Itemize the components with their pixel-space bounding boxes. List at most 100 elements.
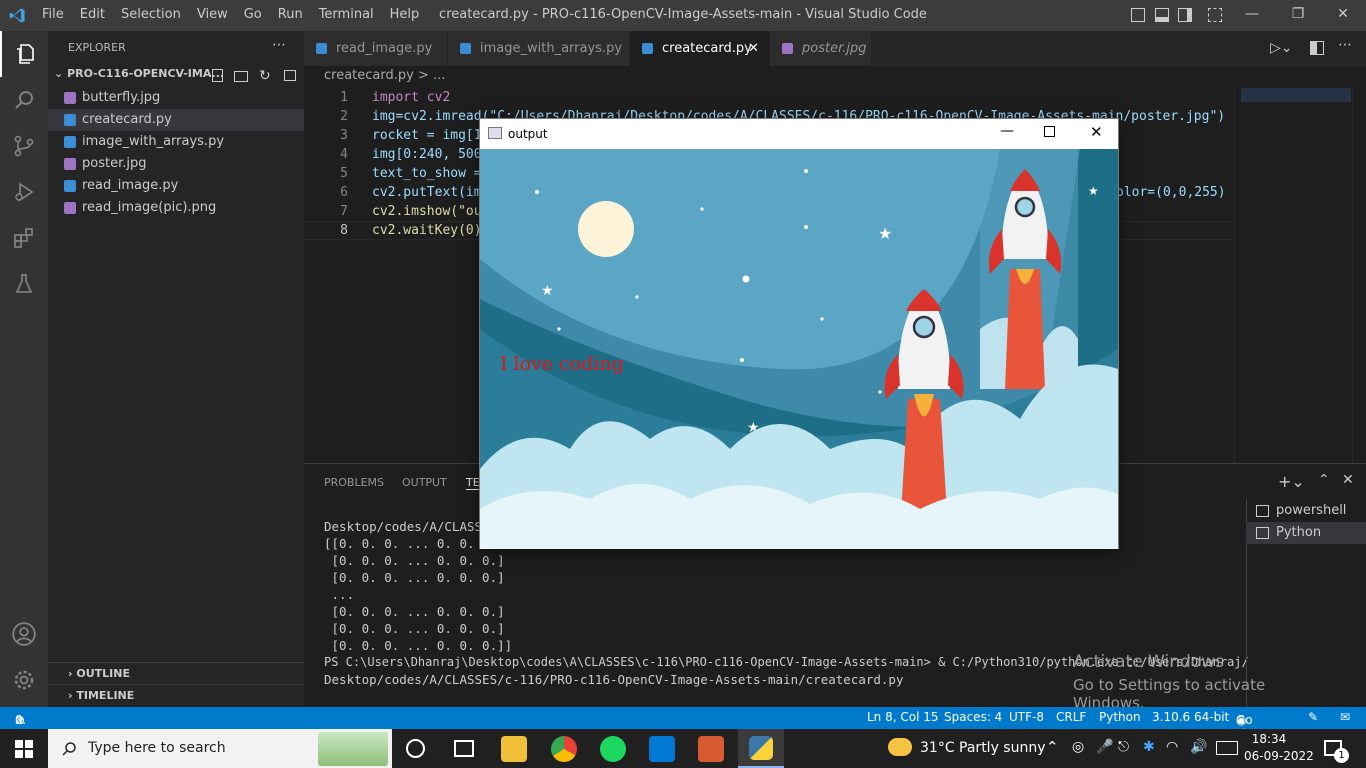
new-folder-icon[interactable] — [234, 71, 248, 82]
python-window-taskbar-button[interactable] — [738, 729, 784, 768]
toggle-panel-icon[interactable] — [1155, 8, 1169, 22]
minimap[interactable] — [1234, 88, 1352, 463]
terminal-item-powershell[interactable]: powershell — [1246, 500, 1366, 522]
bluetooth-icon[interactable]: ✱ — [1143, 739, 1155, 755]
cortana-icon[interactable] — [406, 739, 425, 758]
split-editor-icon[interactable] — [1310, 41, 1324, 55]
more-actions-icon[interactable]: ⋯ — [272, 37, 286, 53]
tab-read-image[interactable]: read_image.py — [304, 31, 448, 66]
line-number: 4 — [340, 147, 348, 162]
notifications-bell-icon[interactable]: ✉ — [1340, 710, 1350, 724]
toggle-sidebar-icon[interactable] — [1131, 8, 1145, 22]
file-item-butterfly[interactable]: butterfly.jpg — [48, 87, 304, 109]
menu-selection[interactable]: Selection — [113, 7, 189, 22]
restore-button[interactable]: ❐ — [1275, 0, 1321, 31]
tab-createcard[interactable]: createcard.py ✕ — [630, 31, 770, 66]
indentation[interactable]: Spaces: 4 — [944, 710, 1002, 724]
run-debug-icon[interactable] — [0, 169, 48, 215]
run-python-icon[interactable]: ▷⌄ — [1270, 40, 1293, 56]
breadcrumb[interactable]: createcard.py > ... — [304, 66, 1234, 88]
tab-problems[interactable]: PROBLEMS — [324, 476, 384, 489]
customize-layout-icon[interactable] — [1208, 8, 1222, 22]
timeline-section[interactable]: › TIMELINE — [48, 684, 304, 706]
menu-view[interactable]: View — [189, 7, 236, 22]
end-of-line[interactable]: CRLF — [1056, 710, 1086, 724]
more-actions-icon[interactable]: ⋯ — [1338, 37, 1352, 53]
output-maximize-button[interactable] — [1044, 126, 1055, 137]
terminal-icon — [1256, 505, 1269, 517]
accounts-icon[interactable] — [0, 611, 48, 657]
opencv-output-window[interactable]: output — ✕ ★★ ★★★ — [479, 118, 1119, 549]
task-view-icon[interactable] — [454, 740, 474, 757]
file-explorer-icon[interactable] — [501, 736, 527, 762]
volume-icon[interactable]: 🔊 — [1190, 739, 1207, 755]
new-file-icon[interactable] — [212, 69, 223, 82]
image-file-icon — [64, 158, 76, 170]
menu-run[interactable]: Run — [270, 7, 311, 22]
network-plug-icon[interactable]: ⎋ — [1118, 739, 1129, 755]
weather-icon[interactable] — [888, 738, 912, 756]
wifi-icon[interactable]: ◠ — [1166, 739, 1178, 755]
folder-header[interactable]: ⌄ PRO-C116-OPENCV-IMA... — [54, 67, 224, 80]
tab-image-with-arrays[interactable]: image_with_arrays.py — [448, 31, 630, 66]
overlay-text: I love coding — [500, 353, 624, 375]
file-item-read-image[interactable]: read_image.py — [48, 175, 304, 197]
clock-time[interactable]: 18:34 — [1249, 732, 1289, 746]
terminal-line: [0. 0. 0. ... 0. 0. 0.] — [324, 570, 505, 585]
language-mode[interactable]: Python — [1099, 710, 1141, 724]
spotify-icon[interactable] — [600, 736, 626, 762]
testing-flask-icon[interactable] — [0, 261, 48, 307]
maximize-panel-icon[interactable]: ⌃ — [1318, 472, 1330, 488]
taskbar-search-box[interactable]: Type here to search — [48, 729, 392, 768]
file-item-createcard[interactable]: createcard.py — [48, 109, 304, 131]
menu-go[interactable]: Go — [236, 7, 270, 22]
collapse-all-icon[interactable] — [284, 70, 296, 81]
extensions-icon[interactable] — [0, 215, 48, 261]
app-taskbar-icon[interactable] — [698, 736, 724, 762]
toggle-secondary-sidebar-icon[interactable] — [1178, 8, 1192, 22]
clock-date[interactable]: 06-09-2022 — [1244, 749, 1314, 763]
keyboard-icon[interactable] — [1216, 741, 1238, 755]
minimap-slider[interactable] — [1241, 88, 1351, 102]
python-interpreter[interactable]: 3.10.6 64-bit — [1152, 710, 1229, 724]
search-icon[interactable] — [0, 77, 48, 123]
file-item-read-image-pic[interactable]: read_image(pic).png — [48, 197, 304, 219]
feedback-icon[interactable]: ✎ — [1308, 710, 1318, 724]
menu-edit[interactable]: Edit — [72, 7, 113, 22]
menu-file[interactable]: File — [34, 7, 72, 22]
new-terminal-icon[interactable]: +⌄ — [1278, 472, 1305, 491]
encoding[interactable]: UTF-8 — [1009, 710, 1044, 724]
explorer-icon[interactable] — [0, 31, 48, 77]
close-tab-icon[interactable]: ✕ — [748, 31, 759, 66]
show-hidden-icons-chevron-icon[interactable]: ⌃ — [1046, 738, 1059, 756]
output-window-titlebar[interactable]: output — ✕ — [480, 119, 1118, 149]
chevron-right-icon: › — [68, 667, 73, 680]
vscode-taskbar-icon[interactable] — [649, 736, 675, 762]
output-close-button[interactable]: ✕ — [1090, 123, 1103, 141]
weather-text[interactable]: 31°C Partly sunny — [920, 740, 1046, 756]
windows-start-icon[interactable] — [15, 740, 33, 758]
tab-poster[interactable]: poster.jpg — [770, 31, 872, 66]
output-minimize-button[interactable]: — — [1000, 123, 1014, 139]
close-button[interactable]: ✕ — [1320, 0, 1366, 31]
tab-terminal[interactable]: TE — [466, 476, 480, 490]
meet-now-icon[interactable]: ◎ — [1072, 739, 1084, 755]
python-file-icon — [64, 136, 76, 148]
source-control-icon[interactable] — [0, 123, 48, 169]
cursor-position[interactable]: Ln 8, Col 15 — [867, 710, 939, 724]
file-item-image-with-arrays[interactable]: image_with_arrays.py — [48, 131, 304, 153]
menu-terminal[interactable]: Terminal — [311, 7, 382, 22]
refresh-icon[interactable]: ↻ — [259, 68, 271, 84]
menu-help[interactable]: Help — [382, 7, 428, 22]
outline-section[interactable]: › OUTLINE — [48, 662, 304, 684]
tab-output[interactable]: OUTPUT — [402, 476, 447, 489]
editor-scrollbar[interactable] — [1352, 88, 1366, 463]
settings-gear-icon[interactable] — [0, 657, 48, 703]
minimize-button[interactable]: — — [1229, 0, 1275, 31]
close-panel-icon[interactable]: ✕ — [1342, 472, 1354, 488]
microphone-icon[interactable]: 🎤 — [1096, 739, 1113, 755]
chrome-icon[interactable] — [551, 736, 577, 762]
activity-bar — [0, 31, 48, 707]
terminal-item-python[interactable]: Python — [1246, 522, 1366, 544]
file-item-poster[interactable]: poster.jpg — [48, 153, 304, 175]
